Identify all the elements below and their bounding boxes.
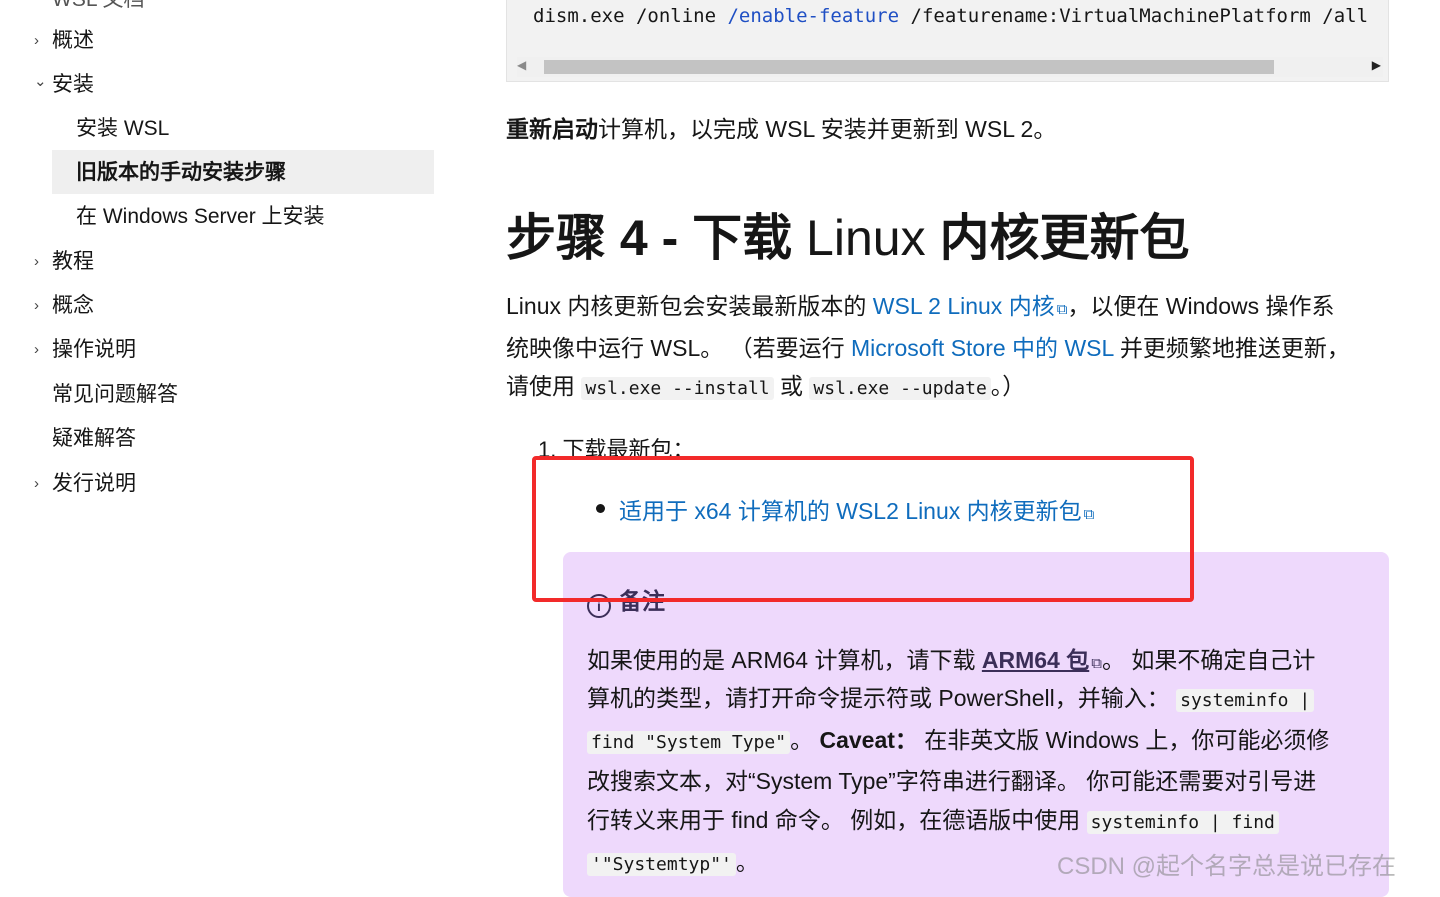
sidebar-item-release-notes[interactable]: › 发行说明: [34, 470, 136, 498]
chevron-right-icon[interactable]: ›: [34, 292, 39, 320]
arm64-package-link[interactable]: ARM64 包: [982, 647, 1089, 673]
note-text-line: 行转义来用于 find 命令。 例如，在德语版中使用 systeminfo | …: [587, 801, 1279, 842]
sidebar-item-install[interactable]: ⌄ 安装: [34, 71, 94, 99]
scrollbar-thumb[interactable]: [544, 60, 1274, 74]
inline-code-german-find: systeminfo | find: [1086, 811, 1279, 834]
sidebar-item-how-to[interactable]: › 操作说明: [34, 336, 136, 364]
external-link-icon: ⧉: [1056, 301, 1068, 318]
microsoft-store-wsl-link[interactable]: Microsoft Store 中的 WSL: [851, 335, 1113, 361]
intro-paragraph: Linux 内核更新包会安装最新版本的 WSL 2 Linux 内核 ⧉，以便在 …: [506, 293, 1350, 400]
wsl2-kernel-link[interactable]: WSL 2 Linux 内核: [873, 293, 1055, 319]
scroll-right-icon[interactable]: ▶: [1372, 58, 1381, 72]
inline-code-update: wsl.exe --update: [809, 377, 991, 400]
chevron-right-icon[interactable]: ›: [34, 470, 39, 498]
sidebar-item-overview[interactable]: › 概述: [34, 27, 94, 55]
sidebar-item-label: 概念: [52, 294, 94, 317]
sidebar-item-concepts[interactable]: › 概念: [34, 292, 94, 320]
external-link-icon: ⧉: [1091, 655, 1102, 672]
inline-code-systemtyp: '"Systemtyp"': [587, 853, 736, 876]
sidebar-item-label: 教程: [52, 250, 94, 273]
restart-paragraph: 重新启动计算机，以完成 WSL 安装并更新到 WSL 2。: [506, 116, 1057, 142]
sidebar-item-faq[interactable]: 常见问题解答: [52, 381, 178, 409]
sidebar-item-tutorials[interactable]: › 教程: [34, 248, 94, 276]
note-text-line: 如果使用的是 ARM64 计算机，请下载 ARM64 包 ⧉。 如果不确定自己计: [587, 647, 1316, 673]
sidebar-item-wsl-docs[interactable]: WSL 文档: [52, 0, 145, 14]
sidebar-item-manual-install[interactable]: 旧版本的手动安装步骤: [76, 159, 286, 187]
note-text-line: '"Systemtyp"'。: [587, 843, 759, 884]
horizontal-scrollbar[interactable]: ◀ ▶: [517, 57, 1383, 77]
code-block: dism.exe /online /enable-feature /featur…: [506, 0, 1389, 82]
note-text-line: 改搜索文本，对“System Type”字符串进行翻译。 你可能还需要对引号进: [587, 768, 1317, 794]
sidebar-item-windows-server[interactable]: 在 Windows Server 上安装: [76, 203, 325, 231]
chevron-right-icon[interactable]: ›: [34, 248, 39, 276]
inline-code-systeminfo: systeminfo |: [1176, 689, 1315, 712]
sidebar-item-label: 发行说明: [52, 472, 136, 495]
sidebar-nav: WSL 文档 › 概述 ⌄ 安装 安装 WSL 旧版本的手动安装步骤 在 Win…: [0, 0, 440, 888]
sidebar-item-label: 概述: [52, 29, 94, 52]
chevron-right-icon[interactable]: ›: [34, 336, 39, 364]
sidebar-item-install-wsl[interactable]: 安装 WSL: [76, 115, 169, 143]
sidebar-item-label: 安装: [52, 73, 94, 96]
note-text-line: 算机的类型，请打开命令提示符或 PowerShell，并输入： systemin…: [587, 679, 1315, 720]
inline-code-find: find "System Type": [587, 731, 791, 754]
sidebar-item-troubleshooting[interactable]: 疑难解答: [52, 425, 136, 453]
inline-code-install: wsl.exe --install: [581, 377, 774, 400]
chevron-right-icon[interactable]: ›: [34, 27, 39, 55]
chevron-down-icon[interactable]: ⌄: [34, 68, 47, 96]
page-section-heading: 步骤 4 - 下载 Linux 内核更新包: [506, 210, 1190, 266]
sidebar-item-label: 操作说明: [52, 338, 136, 361]
scroll-left-icon[interactable]: ◀: [517, 58, 526, 72]
note-text-line: find "System Type"。 Caveat： 在非英文版 Window…: [587, 721, 1329, 762]
highlight-annotation-box: [532, 456, 1194, 602]
code-line: dism.exe /online /enable-feature /featur…: [533, 5, 1369, 27]
csdn-watermark: CSDN @起个名字总是说已存在: [1057, 853, 1397, 880]
